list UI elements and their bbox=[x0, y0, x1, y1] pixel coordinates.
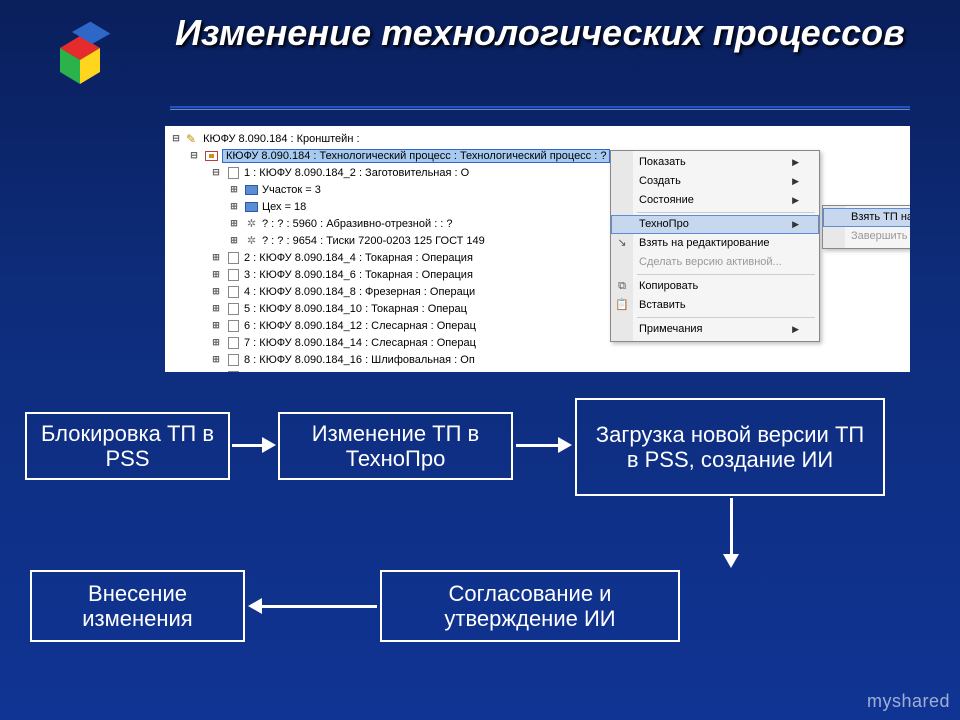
screenshot-panel: ⊟✎ КЮФУ 8.090.184 : Кронштейн : ⊟ КЮФУ 8… bbox=[165, 126, 910, 372]
context-menu[interactable]: Показать▶ Создать▶ Состояние▶ ТехноПро▶ … bbox=[610, 150, 820, 342]
chevron-right-icon: ▶ bbox=[792, 193, 799, 208]
arrow-icon bbox=[723, 498, 739, 568]
context-submenu[interactable]: Взять ТП на редактирование Завершить ред… bbox=[822, 205, 910, 249]
title-underline bbox=[170, 106, 910, 110]
chevron-right-icon: ▶ bbox=[792, 174, 799, 189]
chevron-right-icon: ▶ bbox=[792, 322, 799, 337]
separator bbox=[637, 212, 815, 213]
gear-icon: ✲ bbox=[244, 217, 259, 230]
tree-row[interactable]: ⊞8 : КЮФУ 8.090.184_16 : Шлифовальная : … bbox=[169, 351, 910, 368]
menu-item-create[interactable]: Создать▶ bbox=[611, 172, 819, 191]
chevron-right-icon: ▶ bbox=[792, 155, 799, 170]
menu-item-copy[interactable]: ⧉Копировать bbox=[611, 277, 819, 296]
flow-box-approve: Согласование и утверждение ИИ bbox=[380, 570, 680, 642]
menu-item-technopro[interactable]: ТехноПро▶ bbox=[611, 215, 819, 234]
arrow-icon bbox=[248, 598, 377, 614]
menu-item-show[interactable]: Показать▶ bbox=[611, 153, 819, 172]
menu-item-take-edit[interactable]: ↘Взять на редактирование bbox=[611, 234, 819, 253]
gear-icon: ✲ bbox=[244, 234, 259, 247]
flow-box-load: Загрузка новой версии ТП в PSS, создание… bbox=[575, 398, 885, 496]
menu-item-take-tp-edit[interactable]: Взять ТП на редактирование bbox=[823, 208, 910, 227]
tree-selected-label: КЮФУ 8.090.184 : Технологический процесс… bbox=[222, 149, 610, 163]
paste-icon: 📋 bbox=[614, 298, 630, 313]
flow-box-apply: Внесение изменения bbox=[30, 570, 245, 642]
separator bbox=[637, 274, 815, 275]
page-title: Изменение технологических процессов bbox=[170, 12, 910, 53]
chevron-right-icon: ▶ bbox=[792, 217, 799, 232]
flow-box-block: Блокировка ТП в PSS bbox=[25, 412, 230, 480]
tree-row[interactable]: ⊞9 : КЮФУ 8.090.184_18 : Контрольная : О… bbox=[169, 368, 910, 372]
menu-item-notes[interactable]: Примечания▶ bbox=[611, 320, 819, 339]
watermark: myshared bbox=[867, 691, 950, 712]
flow-box-change: Изменение ТП в ТехноПро bbox=[278, 412, 513, 480]
menu-item-make-active: Сделать версию активной... bbox=[611, 253, 819, 272]
menu-item-state[interactable]: Состояние▶ bbox=[611, 191, 819, 210]
arrow-icon: ↘ bbox=[614, 236, 630, 251]
tree-root[interactable]: ⊟✎ КЮФУ 8.090.184 : Кронштейн : bbox=[169, 130, 910, 147]
separator bbox=[637, 317, 815, 318]
arrow-icon bbox=[232, 437, 276, 453]
menu-item-paste[interactable]: 📋Вставить bbox=[611, 296, 819, 315]
copy-icon: ⧉ bbox=[614, 279, 630, 294]
tree-root-label: КЮФУ 8.090.184 : Кронштейн : bbox=[203, 133, 359, 145]
arrow-icon bbox=[516, 437, 572, 453]
menu-item-finish-tp-edit: Завершить редактирование ТП bbox=[823, 227, 910, 246]
logo-icon bbox=[40, 20, 120, 100]
pencil-icon: ✎ bbox=[186, 132, 196, 146]
